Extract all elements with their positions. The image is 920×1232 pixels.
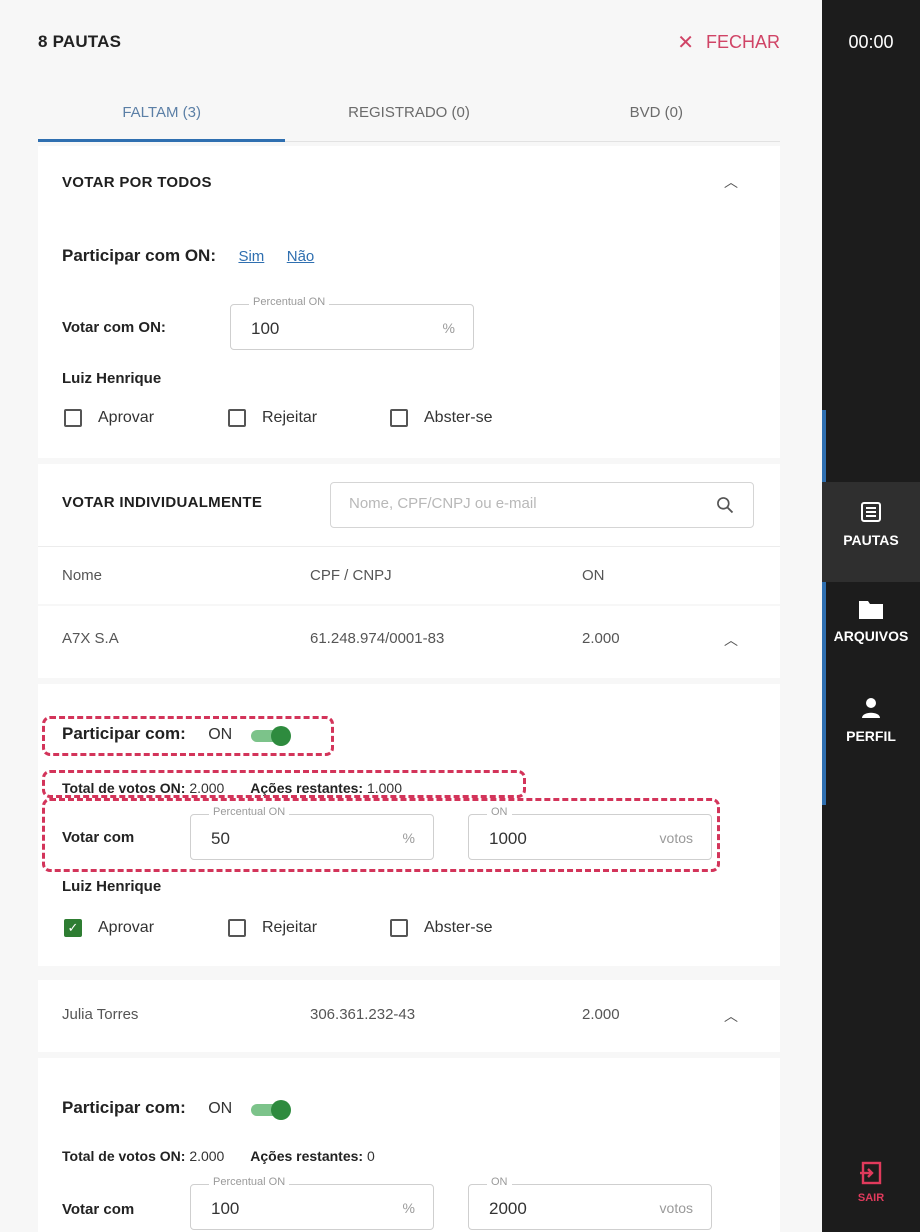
percent-on-field[interactable]: Percentual ON 100 % (190, 1176, 434, 1230)
remaining-value: 0 (366, 1148, 375, 1164)
no-link[interactable]: Não (287, 248, 315, 265)
row-name: Julia Torres (62, 1006, 139, 1023)
abstain-label: Abster-se (424, 409, 493, 426)
abstain-option[interactable]: Abster-se (390, 409, 492, 427)
vote-with-on-label: Votar com ON: (62, 319, 166, 336)
approve-option[interactable]: ✓ Aprovar (64, 919, 154, 937)
field-label: ON (487, 1176, 512, 1188)
abstain-checkbox[interactable] (390, 919, 408, 937)
yes-link[interactable]: Sim (238, 248, 264, 265)
column-doc: CPF / CNPJ (310, 567, 392, 584)
total-value: 2.000 (189, 1148, 225, 1164)
search-input[interactable] (349, 495, 689, 512)
folder-icon (859, 601, 883, 619)
pautas-panel: 8 PAUTAS ✕ FECHAR FALTAM (3) REGISTRADO … (0, 0, 822, 1232)
tab-faltam[interactable]: FALTAM (3) (38, 86, 286, 142)
sidebar-item-label: ARQUIVOS (833, 628, 909, 644)
field-value: 2000 (489, 1199, 527, 1218)
abstain-option[interactable]: Abster-se (390, 919, 492, 937)
row-doc: 61.248.974/0001-83 (310, 630, 445, 647)
search-field[interactable] (330, 482, 754, 528)
approve-checkbox[interactable] (64, 409, 82, 427)
participate-row: Participar com: ON (62, 1098, 291, 1120)
panel-header: 8 PAUTAS ✕ FECHAR (0, 0, 822, 86)
sidebar-item-pautas[interactable]: PAUTAS (822, 482, 920, 582)
approve-option[interactable]: Aprovar (64, 409, 154, 427)
chevron-up-icon[interactable]: ︿ (724, 1006, 738, 1026)
exit-icon (860, 1161, 882, 1185)
vote-individual-title: VOTAR INDIVIDUALMENTE (62, 494, 263, 511)
vote-all-title: VOTAR POR TODOS (62, 174, 212, 191)
panel-title: 8 PAUTAS (38, 32, 122, 51)
percent-on-field[interactable]: Percentual ON 100 % (230, 296, 474, 350)
sidebar-item-label: PAUTAS (843, 532, 899, 548)
approve-label: Aprovar (98, 409, 155, 426)
approve-checkbox[interactable]: ✓ (64, 919, 82, 937)
tab-registrado[interactable]: REGISTRADO (0) (285, 86, 532, 141)
participate-label: Participar com ON: (62, 246, 216, 265)
total-label: Total de votos ON: (62, 1148, 186, 1164)
field-value: 100 (251, 319, 280, 338)
column-on: ON (582, 567, 605, 584)
table-row[interactable]: A7X S.A 61.248.974/0001-83 2.000 ︿ (38, 606, 780, 678)
row-on: 2.000 (582, 630, 620, 647)
row-name: A7X S.A (62, 630, 119, 647)
sidebar-item-label: PERFIL (846, 728, 896, 744)
table-header: Nome CPF / CNPJ ON (38, 546, 780, 604)
person-name: Luiz Henrique (62, 878, 162, 895)
user-icon (862, 698, 880, 718)
reject-label: Rejeitar (262, 919, 318, 936)
abstain-checkbox[interactable] (390, 409, 408, 427)
highlight-totals (42, 770, 526, 798)
reject-label: Rejeitar (262, 409, 318, 426)
vote-all-body: Participar com ON: Sim Não Votar com ON:… (38, 218, 780, 458)
reject-option[interactable]: Rejeitar (228, 409, 317, 427)
list-icon (861, 502, 881, 522)
timer: 00:00 (848, 32, 894, 52)
vote-individual-header: VOTAR INDIVIDUALMENTE (38, 464, 780, 546)
reject-checkbox[interactable] (228, 409, 246, 427)
field-unit: % (442, 320, 455, 336)
participate-value: ON (208, 1100, 233, 1117)
field-label: Percentual ON (249, 296, 330, 308)
participate-toggle[interactable] (250, 1099, 291, 1120)
column-name: Nome (62, 567, 103, 584)
close-icon: ✕ (677, 32, 694, 54)
person-name: Luiz Henrique (62, 370, 162, 387)
totals-row: Total de votos ON: 2.000 Ações restantes… (62, 1148, 375, 1164)
vote-all-header[interactable]: VOTAR POR TODOS ︿ (38, 146, 780, 218)
row-detail: Participar com: ON Total de votos ON: 2.… (38, 1058, 780, 1232)
close-button[interactable]: ✕ FECHAR (677, 30, 780, 55)
table-row[interactable]: Julia Torres 306.361.232-43 2.000 ︿ (38, 980, 780, 1052)
row-on: 2.000 (582, 1006, 620, 1023)
reject-checkbox[interactable] (228, 919, 246, 937)
on-votes-field[interactable]: ON 2000 votos (468, 1176, 712, 1230)
approve-label: Aprovar (98, 919, 155, 936)
field-value: 100 (211, 1199, 240, 1218)
search-icon[interactable] (715, 495, 735, 515)
field-unit: % (402, 1200, 415, 1216)
tab-bar: FALTAM (3) REGISTRADO (0) BVD (0) (38, 86, 780, 142)
tab-bvd[interactable]: BVD (0) (533, 86, 780, 141)
sidebar-item-arquivos[interactable]: ARQUIVOS (822, 598, 920, 668)
exit-label: SAIR (857, 1192, 885, 1204)
sidebar: 00:00 PAUTAS ARQUIVOS PERFIL SAIR (822, 0, 920, 1232)
chevron-up-icon[interactable]: ︿ (724, 172, 738, 192)
exit-button[interactable]: SAIR (822, 1160, 920, 1204)
field-unit: votos (659, 1200, 693, 1216)
sidebar-item-perfil[interactable]: PERFIL (822, 696, 920, 766)
highlight-vote-fields (42, 798, 720, 872)
row-doc: 306.361.232-43 (310, 1006, 416, 1023)
field-label: Percentual ON (209, 1176, 290, 1188)
abstain-label: Abster-se (424, 919, 493, 936)
participate-row: Participar com ON: Sim Não (62, 246, 314, 266)
reject-option[interactable]: Rejeitar (228, 919, 317, 937)
participate-label: Participar com: (62, 1098, 186, 1117)
toggle-knob (270, 1099, 291, 1120)
chevron-up-icon[interactable]: ︿ (724, 630, 738, 650)
vote-with-label: Votar com (62, 1201, 135, 1218)
highlight-participate (42, 716, 334, 756)
remaining-label: Ações restantes: (250, 1148, 364, 1164)
close-label: FECHAR (705, 32, 780, 52)
